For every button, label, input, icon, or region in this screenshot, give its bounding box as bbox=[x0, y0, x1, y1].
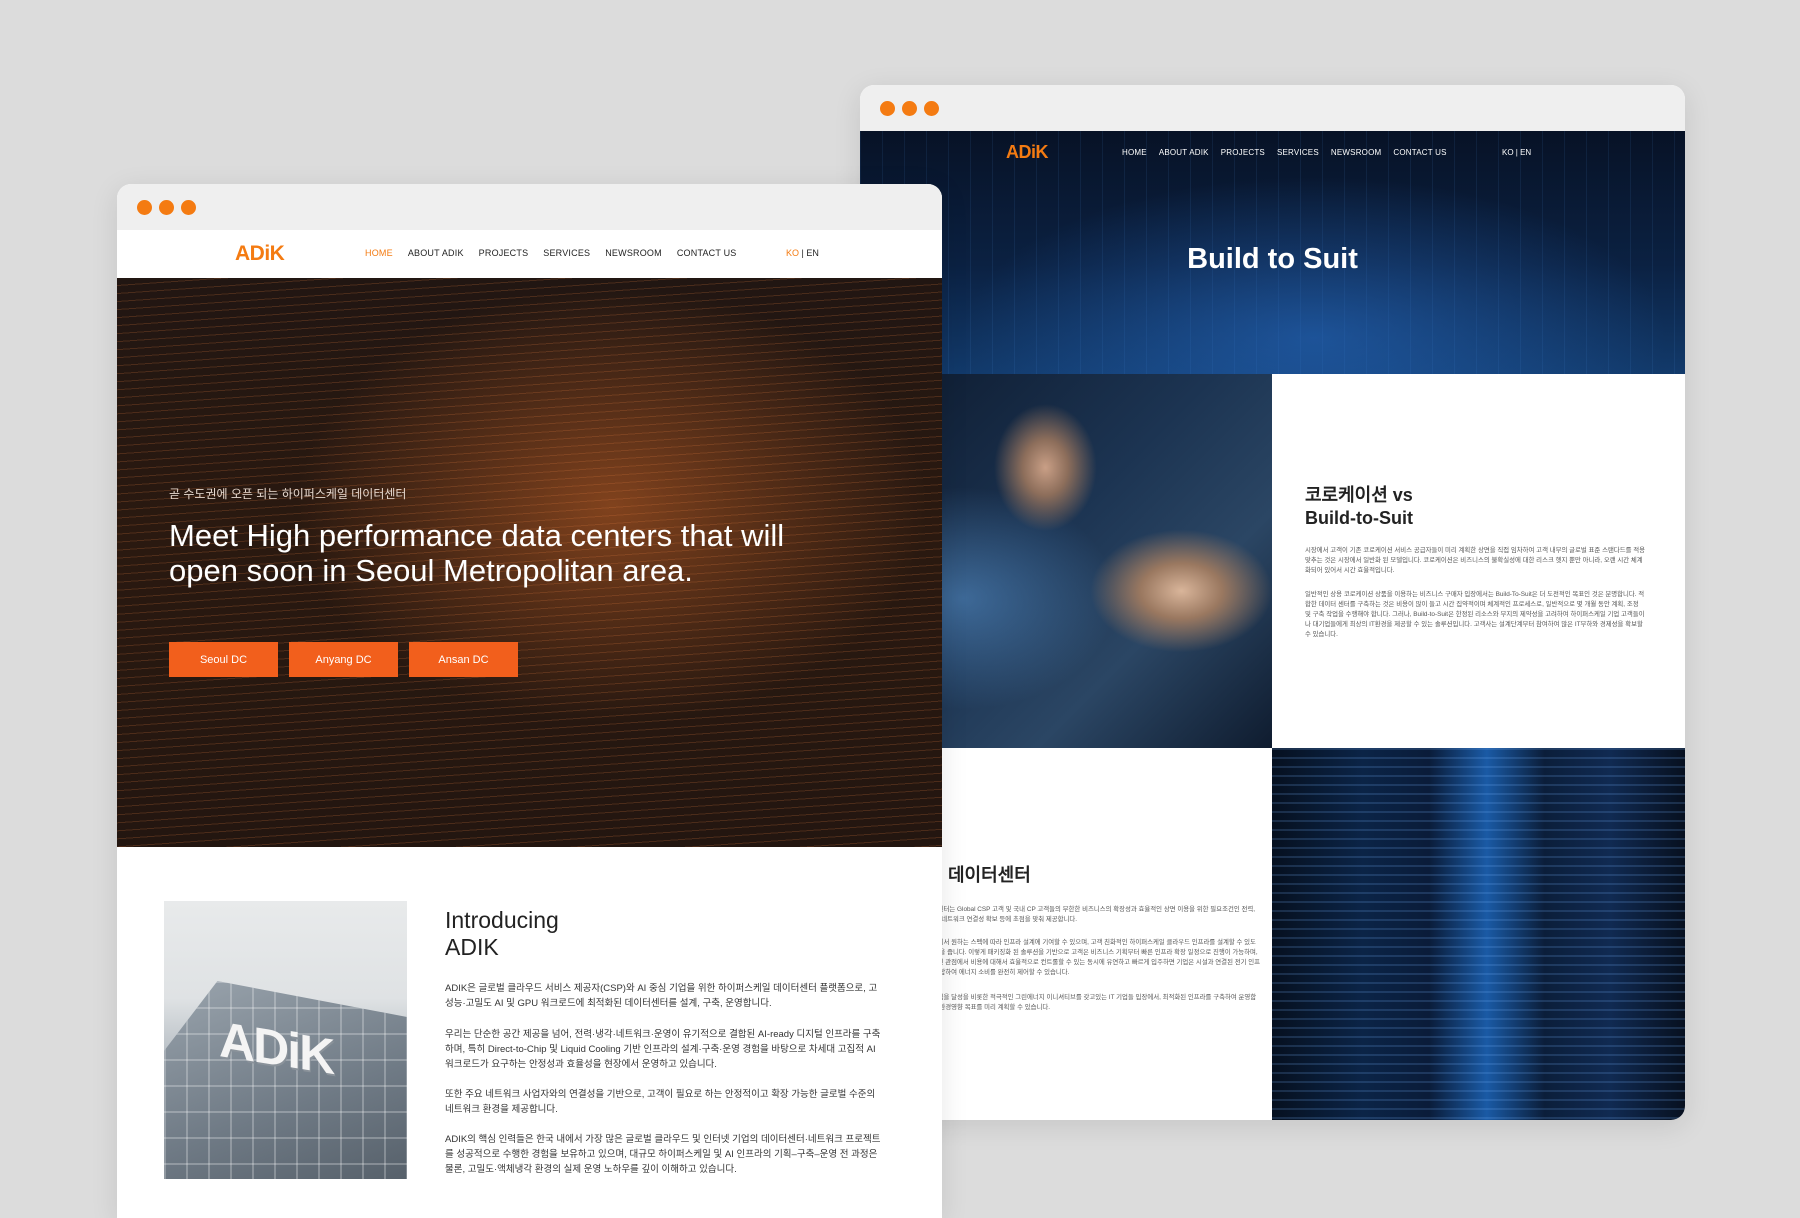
front-nav-bar: ADiK HOME ABOUT ADIK PROJECTS SERVICES N… bbox=[117, 230, 942, 278]
hero-subtitle: 곧 수도권에 오픈 되는 하이퍼스케일 데이터센터 bbox=[169, 487, 407, 501]
hero-title: Meet High performance data centers that … bbox=[169, 518, 785, 588]
language-switcher: KO | EN bbox=[786, 248, 819, 258]
hero-button-group: Seoul DC Anyang DC Ansan DC bbox=[169, 642, 518, 677]
intro-paragraph: 우리는 단순한 공간 제공을 넘어, 전력·냉각·네트워크·운영이 유기적으로 … bbox=[445, 1029, 881, 1070]
section-title-line2: Build-to-Suit bbox=[1305, 508, 1413, 528]
lang-separator: | bbox=[801, 248, 804, 258]
introducing-section: ADiK Introducing ADIK ADIK은 글로벌 클라우드 서비스… bbox=[117, 847, 942, 1218]
seoul-dc-button[interactable]: Seoul DC bbox=[169, 642, 278, 677]
nav-item-projects[interactable]: PROJECTS bbox=[1221, 148, 1265, 157]
language-switcher[interactable]: KO | EN bbox=[1502, 148, 1531, 157]
build-to-suit-hero: ADiK HOME ABOUT ADIK PROJECTS SERVICES N… bbox=[860, 131, 1685, 374]
nav-item-contact[interactable]: CONTACT US bbox=[1393, 148, 1446, 157]
front-window-titlebar bbox=[117, 184, 942, 230]
section-title: 코로케이션 vs Build-to-Suit bbox=[1305, 484, 1413, 530]
window-dot-icon bbox=[880, 101, 895, 116]
window-dot-icon bbox=[924, 101, 939, 116]
back-nav-bar: ADiK HOME ABOUT ADIK PROJECTS SERVICES N… bbox=[860, 131, 1685, 175]
back-window-titlebar bbox=[860, 85, 1685, 131]
section-paragraph: 일반적인 상용 코로케이션 상품을 이용하는 비즈니스 구매자 입장에서는 Bu… bbox=[1305, 591, 1645, 638]
front-browser-window: ADiK HOME ABOUT ADIK PROJECTS SERVICES N… bbox=[117, 184, 942, 1218]
colocation-vs-bts-section: 코로케이션 vs Build-to-Suit 시장에서 고객이 기존 코로케이션… bbox=[1272, 374, 1685, 748]
ansan-dc-button[interactable]: Ansan DC bbox=[409, 642, 518, 677]
nav-item-services[interactable]: SERVICES bbox=[1277, 148, 1319, 157]
intro-paragraph: ADIK은 글로벌 클라우드 서비스 제공자(CSP)와 AI 중심 기업을 위… bbox=[445, 983, 878, 1009]
nav-item-newsroom[interactable]: NEWSROOM bbox=[1331, 148, 1382, 157]
section-title-line1: 코로케이션 vs bbox=[1305, 485, 1413, 505]
nav-item-newsroom[interactable]: NEWSROOM bbox=[605, 248, 662, 258]
nav-item-about[interactable]: ABOUT ADIK bbox=[408, 248, 464, 258]
window-dot-icon bbox=[902, 101, 917, 116]
window-dot-icon bbox=[137, 200, 152, 215]
nav-item-home[interactable]: HOME bbox=[1122, 148, 1147, 157]
back-browser-window: ADiK HOME ABOUT ADIK PROJECTS SERVICES N… bbox=[860, 85, 1685, 1120]
section-title-line1: Introducing bbox=[445, 907, 559, 933]
front-nav-menu: HOME ABOUT ADIK PROJECTS SERVICES NEWSRO… bbox=[365, 248, 737, 258]
adik-logo[interactable]: ADiK bbox=[1006, 142, 1049, 163]
nav-item-about[interactable]: ABOUT ADIK bbox=[1159, 148, 1209, 157]
anyang-dc-button[interactable]: Anyang DC bbox=[289, 642, 398, 677]
server-racks-photo bbox=[1272, 748, 1685, 1120]
adik-logo[interactable]: ADiK bbox=[235, 242, 285, 266]
back-nav-menu: HOME ABOUT ADIK PROJECTS SERVICES NEWSRO… bbox=[1122, 148, 1447, 157]
nav-item-home[interactable]: HOME bbox=[365, 248, 393, 258]
lang-ko-link[interactable]: KO bbox=[786, 248, 799, 258]
section-title-line2: ADIK bbox=[445, 934, 499, 960]
window-dot-icon bbox=[181, 200, 196, 215]
nav-item-projects[interactable]: PROJECTS bbox=[479, 248, 529, 258]
section-paragraph: 시장에서 고객이 기존 코로케이션 서비스 공급자들이 미리 계획한 상면을 직… bbox=[1305, 547, 1646, 574]
building-facade bbox=[164, 981, 407, 1179]
section-paragraph: 고객에게서 원하는 스펙에 따라 인프라 설계에 기여할 수 있으며, 고객 친… bbox=[920, 939, 1261, 976]
intro-paragraph: 또한 주요 네트워크 사업자와의 연결성을 기반으로, 고객이 필요로 하는 안… bbox=[445, 1089, 876, 1115]
nav-item-contact[interactable]: CONTACT US bbox=[677, 248, 737, 258]
lang-en-link[interactable]: EN bbox=[806, 248, 819, 258]
intro-paragraph: ADIK의 핵심 인력들은 한국 내에서 가장 많은 글로벌 클라우드 및 인터… bbox=[445, 1134, 881, 1175]
page-title: Build to Suit bbox=[1187, 243, 1358, 275]
section-paragraph: 데이터센터는 Global CSP 고객 및 국내 CP 고객들의 무한한 비즈… bbox=[920, 906, 1256, 923]
section-title: Introducing ADIK bbox=[445, 907, 559, 961]
home-hero: 곧 수도권에 오픈 되는 하이퍼스케일 데이터센터 Meet High perf… bbox=[117, 278, 942, 847]
adik-building-photo: ADiK bbox=[164, 901, 407, 1179]
nav-item-services[interactable]: SERVICES bbox=[543, 248, 590, 258]
window-dot-icon bbox=[159, 200, 174, 215]
section-title: 데이터센터 bbox=[948, 865, 1031, 885]
section-paragraph: 탄소중립을 달성을 비롯한 적극적인 그린에너지 이니셔티브를 갖고있는 IT … bbox=[920, 994, 1257, 1011]
